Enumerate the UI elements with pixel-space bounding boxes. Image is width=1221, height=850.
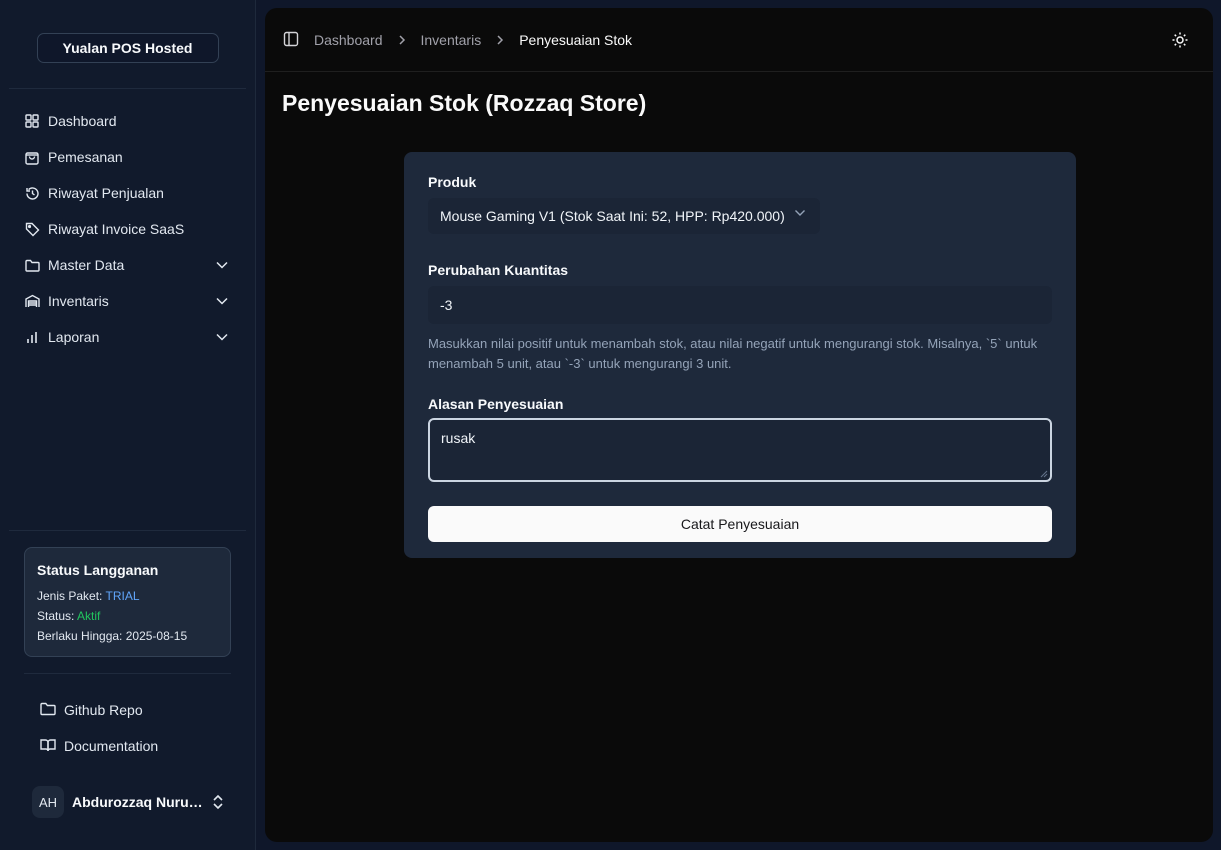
divider (9, 88, 246, 89)
sidebar-item-label: Master Data (48, 257, 125, 273)
sidebar-item-riwayat-invoice-saas[interactable]: Riwayat Invoice SaaS (0, 211, 256, 247)
sidebar-item-label: Riwayat Invoice SaaS (48, 221, 185, 237)
sidebar: Yualan POS Hosted Dashboard Pemesanan Ri… (0, 0, 256, 850)
breadcrumb-inventaris[interactable]: Inventaris (421, 32, 482, 48)
documentation-link[interactable]: Documentation (0, 728, 256, 764)
reason-label: Alasan Penyesuaian (428, 396, 564, 412)
qty-input-value: -3 (440, 297, 453, 313)
tag-icon (24, 221, 40, 237)
sidebar-item-inventaris[interactable]: Inventaris (0, 283, 256, 319)
brand-button[interactable]: Yualan POS Hosted (36, 33, 219, 63)
history-icon (24, 185, 40, 201)
sidebar-nav: Dashboard Pemesanan Riwayat Penjualan Ri… (0, 103, 256, 355)
subscription-title: Status Langganan (37, 562, 159, 578)
valid-line: Berlaku Hingga: 2025-08-15 (37, 626, 218, 646)
qty-label: Perubahan Kuantitas (428, 262, 569, 278)
user-menu[interactable]: AH Abdurozzaq Nurul Hadi (32, 786, 228, 818)
breadcrumb-current: Penyesuaian Stok (519, 31, 633, 48)
plan-label: Jenis Paket: (37, 589, 103, 603)
grid-icon (24, 113, 40, 129)
subscription-status-card: Status Langganan Jenis Paket: TRIAL Stat… (24, 547, 231, 657)
sidebar-item-pemesanan[interactable]: Pemesanan (0, 139, 256, 175)
status-line: Status: Aktif (37, 606, 218, 626)
sidebar-item-master-data[interactable]: Master Data (0, 247, 256, 283)
avatar: AH (32, 786, 64, 818)
chevron-down-icon[interactable] (216, 330, 230, 344)
bottom-links: Github Repo Documentation (0, 692, 256, 764)
sidebar-item-label: Laporan (48, 329, 100, 345)
submit-adjustment-button[interactable]: Catat Penyesuaian (428, 506, 1052, 542)
plan-line: Jenis Paket: TRIAL (37, 586, 218, 606)
bar-chart-icon (24, 329, 40, 345)
stock-adjustment-form: Produk Mouse Gaming V1 (Stok Saat Ini: 5… (404, 152, 1076, 558)
github-repo-label: Github Repo (64, 702, 143, 718)
status-label: Status: (37, 609, 75, 623)
github-repo-link[interactable]: Github Repo (0, 692, 256, 728)
qty-input[interactable]: -3 (428, 286, 1052, 324)
chevron-down-icon[interactable] (216, 258, 230, 272)
status-value: Aktif (77, 609, 101, 623)
plan-value: TRIAL (105, 589, 140, 603)
book-open-icon (40, 738, 56, 754)
product-select-value: Mouse Gaming V1 (Stok Saat Ini: 52, HPP:… (440, 208, 785, 224)
warehouse-icon (24, 293, 40, 309)
documentation-label: Documentation (64, 738, 159, 754)
breadcrumb-dashboard[interactable]: Dashboard (314, 32, 383, 48)
folder-icon (24, 257, 40, 273)
sidebar-item-riwayat-penjualan[interactable]: Riwayat Penjualan (0, 175, 256, 211)
user-name: Abdurozzaq Nurul Hadi (72, 794, 204, 810)
sidebar-item-label: Dashboard (48, 113, 117, 129)
header: Dashboard Inventaris Penyesuaian Stok (265, 8, 1213, 72)
breadcrumb: Dashboard Inventaris Penyesuaian Stok (314, 32, 632, 48)
qty-help-text: Masukkan nilai positif untuk menambah st… (428, 336, 1038, 371)
reason-textarea-value: rusak (441, 430, 476, 446)
sidebar-item-dashboard[interactable]: Dashboard (0, 103, 256, 139)
chevron-right-icon (395, 33, 409, 47)
sidebar-item-label: Pemesanan (48, 149, 123, 165)
reason-textarea[interactable]: rusak (428, 418, 1052, 482)
chevron-down-icon (794, 209, 808, 223)
sidebar-item-label: Inventaris (48, 293, 109, 309)
product-label: Produk (428, 174, 477, 190)
chevron-down-icon[interactable] (216, 294, 230, 308)
page-title: Penyesuaian Stok (Rozzaq Store) (282, 90, 647, 116)
divider (9, 530, 246, 531)
sun-icon[interactable] (1171, 31, 1189, 49)
divider (24, 673, 231, 674)
product-select[interactable]: Mouse Gaming V1 (Stok Saat Ini: 52, HPP:… (428, 198, 820, 234)
sidebar-item-laporan[interactable]: Laporan (0, 319, 256, 355)
sidebar-item-label: Riwayat Penjualan (48, 185, 164, 201)
chevron-right-icon (493, 33, 507, 47)
resize-grip-icon[interactable] (1040, 470, 1048, 478)
main-content: Dashboard Inventaris Penyesuaian Stok Pe… (265, 8, 1213, 842)
folder-icon (40, 702, 56, 718)
sidebar-toggle-icon[interactable] (283, 31, 301, 49)
valid-value: 2025-08-15 (125, 629, 188, 643)
brand-wrap: Yualan POS Hosted (0, 0, 255, 63)
shopping-bag-icon (24, 149, 40, 165)
valid-label: Berlaku Hingga: (37, 629, 123, 643)
chevrons-up-down-icon (212, 794, 228, 810)
